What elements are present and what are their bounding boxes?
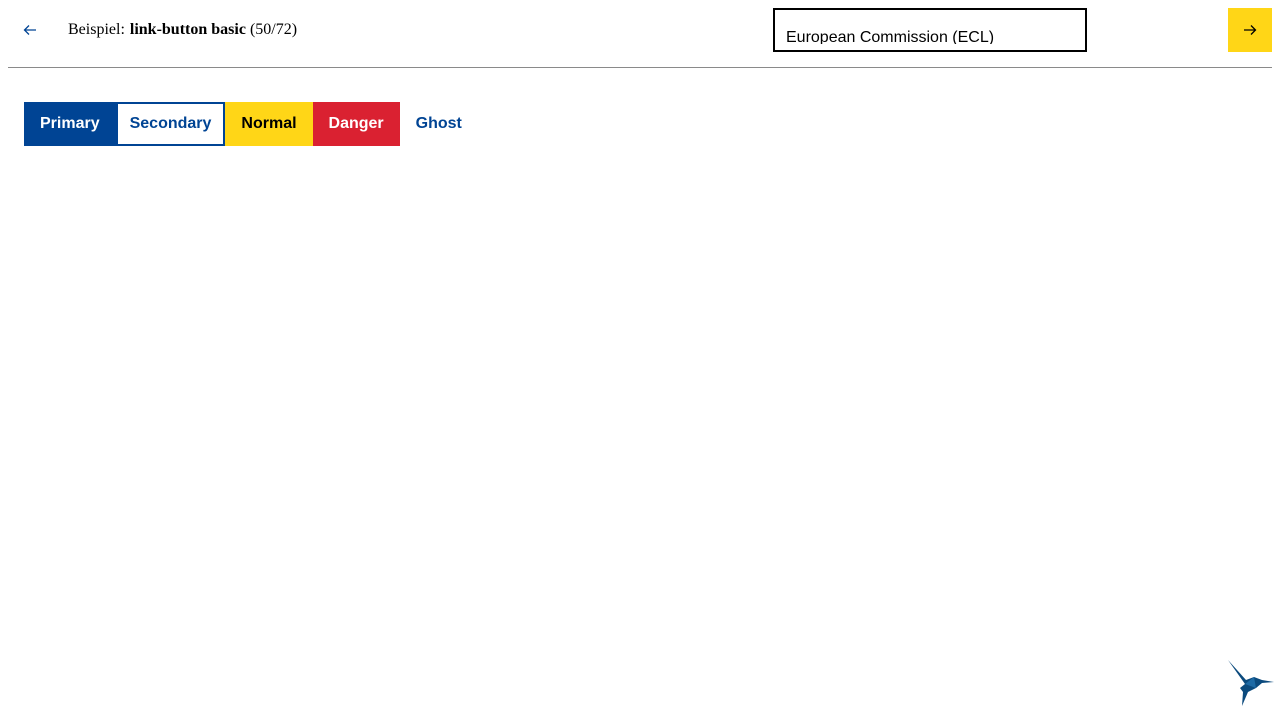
ghost-link-button[interactable]: Ghost <box>400 102 478 146</box>
example-header: Beispiel: link-button basic (50/72) Europe… <box>8 8 1272 68</box>
example-name: link-button basic <box>129 21 246 38</box>
example-title: Beispiel: link-button basic (50/72) <box>68 20 297 40</box>
example-prefix: Beispiel: <box>68 21 125 38</box>
danger-link-button[interactable]: Danger <box>312 102 400 146</box>
theme-select[interactable]: European Commission (ECL) <box>773 8 1087 52</box>
example-counter: (50/72) <box>249 21 298 38</box>
hummingbird-logo-icon <box>1228 660 1274 706</box>
primary-link-button[interactable]: Primary <box>24 102 116 146</box>
normal-link-button[interactable]: Normal <box>225 102 313 146</box>
link-button-row: Primary Secondary Normal Danger Ghost <box>24 102 478 146</box>
theme-select-value: European Commission (ECL) <box>786 29 995 44</box>
secondary-link-button[interactable]: Secondary <box>115 102 226 146</box>
arrow-left-icon <box>23 25 36 35</box>
previous-example-button[interactable] <box>8 8 52 52</box>
arrow-right-icon <box>1244 25 1257 35</box>
next-example-button[interactable] <box>1228 8 1272 52</box>
